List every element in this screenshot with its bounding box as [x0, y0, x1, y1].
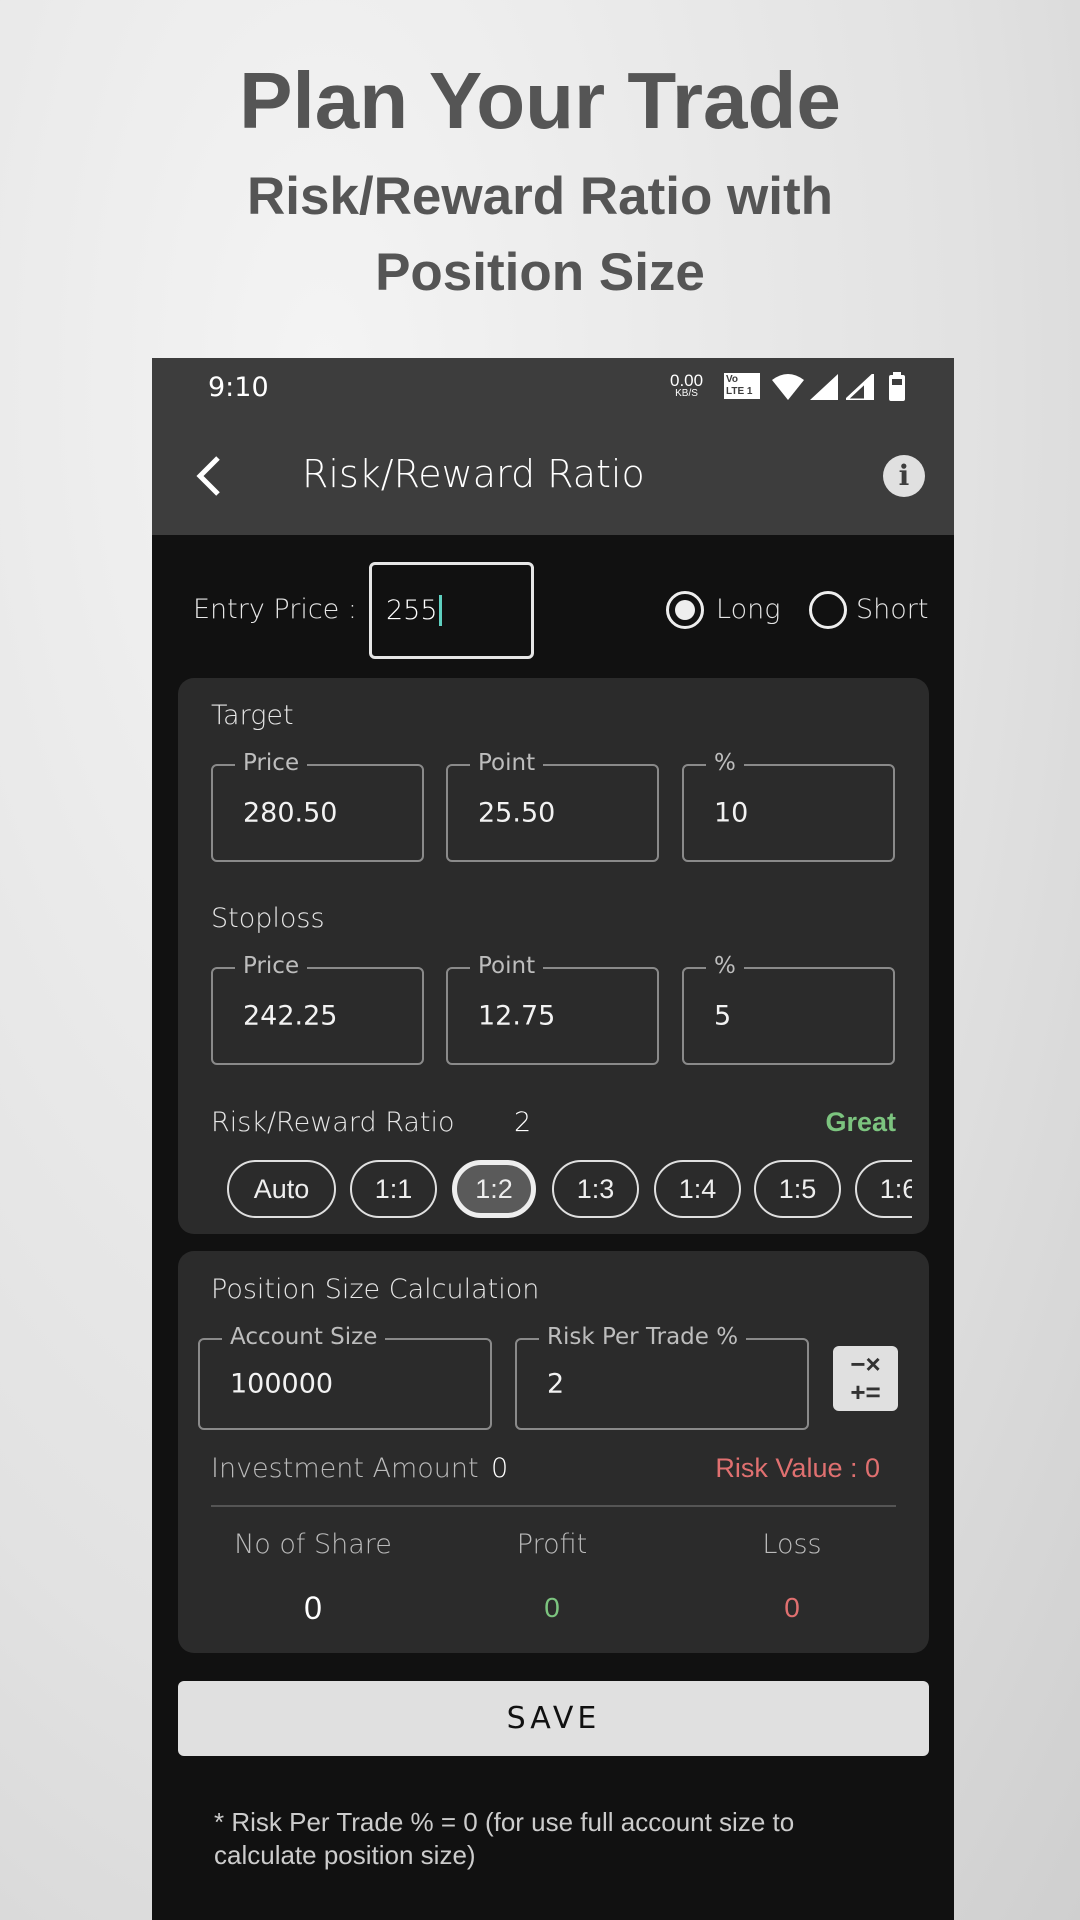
- profit-label: Profit: [516, 1529, 588, 1560]
- calculator-icon[interactable]: −× +=: [833, 1346, 898, 1411]
- chip-1-1[interactable]: 1:1: [350, 1160, 437, 1218]
- hero-subtitle-line1: Risk/Reward Ratio with: [246, 167, 834, 226]
- field-value: 100000: [230, 1368, 334, 1400]
- risk-value: Risk Value : 0: [715, 1453, 880, 1483]
- shares-label: No of Share: [234, 1529, 392, 1560]
- phone-screen: 9:10 0.00 KB/S Vo LTE 1 Risk/Reward Rati…: [152, 358, 954, 1920]
- account-size-field[interactable]: Account Size 100000: [198, 1324, 492, 1430]
- shares-value: 0: [304, 1590, 322, 1626]
- chip-1-2[interactable]: 1:2: [452, 1160, 536, 1218]
- footnote: * Risk Per Trade % = 0 (for use full acc…: [214, 1806, 794, 1872]
- chip-1-4[interactable]: 1:4: [654, 1160, 741, 1218]
- save-button[interactable]: SAVE: [178, 1681, 929, 1756]
- divider: [211, 1505, 896, 1507]
- investment-value: 0: [491, 1453, 509, 1484]
- loss-label: Loss: [762, 1529, 822, 1560]
- investment-label: Investment Amount: [211, 1453, 479, 1484]
- chip-1-5[interactable]: 1:5: [754, 1160, 841, 1218]
- profit-value: 0: [544, 1592, 560, 1623]
- chip-1-3[interactable]: 1:3: [552, 1160, 639, 1218]
- hero-title: Plan Your Trade: [239, 56, 841, 145]
- chip-auto[interactable]: Auto: [227, 1160, 336, 1218]
- footnote-line1: * Risk Per Trade % = 0 (for use full acc…: [214, 1807, 795, 1837]
- hero-subtitle-line2: Position Size: [375, 243, 705, 302]
- field-label: Risk Per Trade %: [539, 1324, 747, 1350]
- field-label: Account Size: [222, 1324, 386, 1350]
- loss-value: 0: [784, 1592, 800, 1623]
- position-title: Position Size Calculation: [211, 1274, 540, 1305]
- chip-1-6[interactable]: 1:6: [855, 1160, 912, 1218]
- risk-per-trade-field[interactable]: Risk Per Trade % 2: [515, 1324, 809, 1430]
- ratio-chip-strip: Auto 1:1 1:2 1:3 1:4 1:5 1:6: [212, 358, 912, 1258]
- field-value: 2: [547, 1368, 565, 1400]
- footnote-line2: calculate position size): [214, 1840, 476, 1870]
